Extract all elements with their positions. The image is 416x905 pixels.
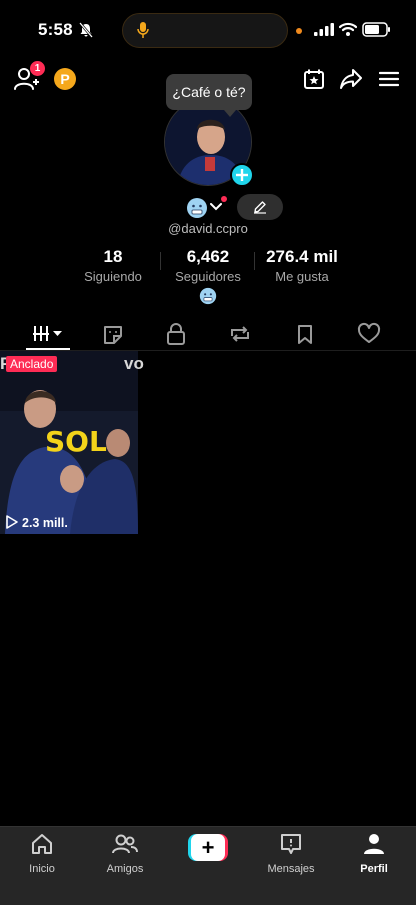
thumbnail-overlay-text: SOL	[45, 425, 107, 458]
tab-videos-grid-icon[interactable]	[30, 318, 66, 350]
bio-cold-face-emoji-icon	[199, 287, 217, 305]
notification-badge: 1	[30, 61, 45, 76]
profile-icon	[364, 834, 384, 854]
nav-inbox[interactable]: Mensajes	[256, 832, 326, 875]
coin-icon[interactable]: P	[54, 68, 76, 90]
stat-value: 6,462	[186, 247, 230, 266]
microphone-icon	[137, 22, 149, 38]
nav-label: Perfil	[360, 863, 388, 875]
bell-muted-icon	[79, 22, 93, 38]
video-thumbnail[interactable]: SOL	[0, 351, 138, 534]
edit-profile-button[interactable]	[237, 194, 283, 220]
signal-icon	[314, 23, 334, 36]
status-dot	[221, 196, 227, 202]
battery-icon	[362, 22, 390, 37]
tab-liked-heart-icon[interactable]	[357, 318, 381, 350]
stat-likes[interactable]: 276.4 mil Me gusta	[262, 247, 342, 284]
status-time: 5:58	[38, 20, 73, 39]
pencil-icon	[254, 201, 266, 214]
note-bubble-tail	[224, 110, 236, 117]
stat-label: Me gusta	[275, 269, 329, 284]
home-icon	[32, 834, 52, 854]
stat-divider	[254, 252, 255, 270]
nav-home[interactable]: Inicio	[7, 832, 77, 875]
add-story-button[interactable]	[230, 163, 254, 187]
nav-profile[interactable]: Perfil	[339, 832, 409, 875]
note-bubble[interactable]: ¿Café o té?	[166, 74, 252, 110]
stat-label: Seguidores	[175, 269, 241, 284]
stat-followers[interactable]: 6,462 Seguidores	[171, 247, 245, 284]
view-count: 2.3 mill.	[6, 515, 68, 530]
nav-label: Inicio	[29, 863, 55, 875]
play-icon	[6, 515, 18, 529]
tab-repost-icon[interactable]	[227, 318, 253, 350]
stat-value: 276.4 mil	[266, 247, 338, 266]
nav-label: Mensajes	[267, 863, 315, 875]
username: @david.ccpro	[168, 221, 248, 236]
nav-label: Amigos	[106, 863, 144, 875]
bottom-nav: Inicio Amigos + Mensajes Perfil	[0, 826, 416, 905]
tab-saved-bookmark-icon[interactable]	[296, 318, 314, 350]
stat-following[interactable]: 18 Siguiendo	[78, 247, 148, 284]
nav-friends[interactable]: Amigos	[90, 832, 160, 875]
friends-icon	[112, 834, 138, 854]
stat-label: Siguiendo	[84, 269, 142, 284]
inbox-icon	[281, 834, 301, 854]
stat-divider	[160, 252, 161, 270]
pinned-badge: Anclado	[6, 356, 58, 372]
create-button[interactable]: +	[188, 834, 228, 861]
view-count-value: 2.3 mill.	[22, 516, 68, 530]
calendar-star-icon[interactable]	[304, 69, 324, 89]
wifi-icon	[339, 22, 357, 36]
dynamic-island[interactable]	[122, 13, 288, 48]
share-icon[interactable]	[340, 69, 362, 89]
chevron-down-icon[interactable]	[210, 203, 222, 211]
cold-face-emoji-icon[interactable]	[186, 197, 208, 219]
thumbnail-corner-text: vo	[124, 354, 144, 373]
tab-stickers-icon[interactable]	[101, 318, 125, 350]
menu-icon[interactable]	[379, 71, 399, 87]
stat-value: 18	[103, 247, 123, 266]
tab-private-lock-icon[interactable]	[165, 318, 187, 350]
privacy-dot	[296, 28, 302, 34]
